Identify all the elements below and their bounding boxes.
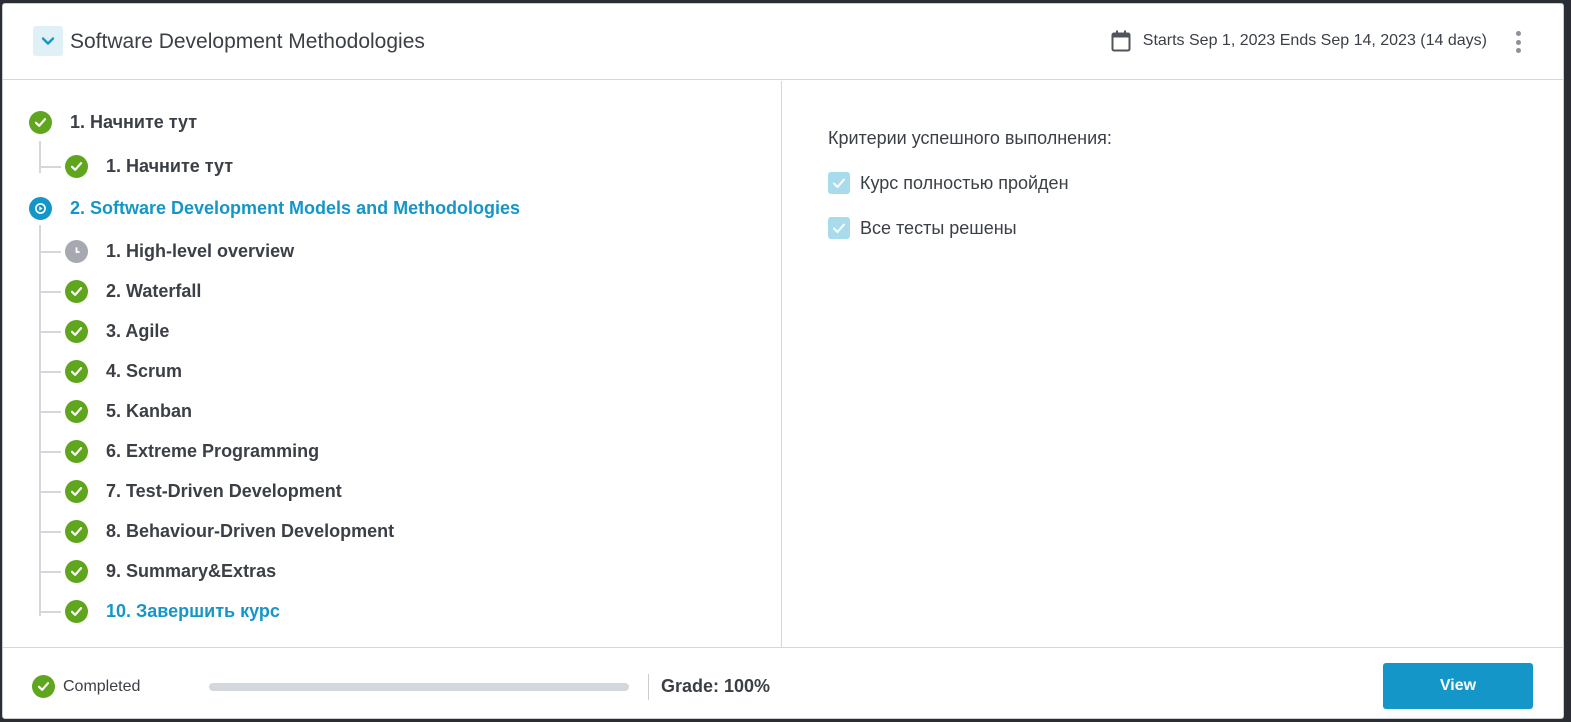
section-label: 2. Software Development Models and Metho… <box>70 198 521 218</box>
lesson-label: 10. Завершить курс <box>106 601 280 621</box>
lesson-label: 8. Behaviour-Driven Development <box>106 521 395 541</box>
course-dates: Starts Sep 1, 2023 Ends Sep 14, 2023 (14… <box>1111 30 1487 52</box>
lesson-item[interactable]: 5. Kanban <box>65 400 192 423</box>
check-circle-icon <box>65 480 88 503</box>
course-title: Software Development Methodologies <box>70 30 425 53</box>
check-circle-icon <box>65 400 88 423</box>
section-label: 1. Начните тут <box>70 112 198 132</box>
calendar-icon <box>1111 30 1131 52</box>
lesson-label: 5. Kanban <box>106 401 193 421</box>
completion-status: Completed <box>32 675 140 698</box>
criterion-tests-solved: Все тесты решены <box>828 217 1017 239</box>
lesson-item[interactable]: 8. Behaviour-Driven Development <box>65 520 394 543</box>
check-icon <box>833 178 845 188</box>
grade-text: Grade: 100% <box>661 676 771 696</box>
lesson-label: 1. High-level overview <box>106 241 295 261</box>
lesson-label: 9. Summary&Extras <box>106 561 277 581</box>
criteria-title: Критерии успешного выполнения: <box>828 128 1112 148</box>
criterion-checkbox <box>828 172 850 194</box>
more-vertical-icon <box>1515 31 1521 36</box>
section-1[interactable]: 1. Начните тут <box>29 111 197 134</box>
lesson-label: 7. Test-Driven Development <box>106 481 342 501</box>
lesson-item[interactable]: 3. Agile <box>65 320 169 343</box>
footer-divider <box>648 674 649 700</box>
course-footer: Completed Grade: 100% View <box>3 647 1563 718</box>
lesson-item[interactable]: 4. Scrum <box>65 360 182 383</box>
lesson-label: 4. Scrum <box>106 361 183 381</box>
lesson-label: 6. Extreme Programming <box>106 441 320 461</box>
lesson-tree: 1. Начните тут 1. Начните тут 2. Software … <box>3 81 782 647</box>
check-circle-icon <box>65 280 88 303</box>
status-label: Completed <box>63 677 141 695</box>
section-2[interactable]: 2. Software Development Models and Metho… <box>29 197 520 220</box>
lesson-item[interactable]: 10. Завершить курс <box>65 600 280 623</box>
criterion-checkbox <box>828 217 850 239</box>
more-options-button[interactable] <box>1511 28 1525 56</box>
criterion-label: Все тесты решены <box>860 217 1017 238</box>
check-circle-icon <box>65 520 88 543</box>
date-range-text: Starts Sep 1, 2023 Ends Sep 14, 2023 (14… <box>1142 32 1487 49</box>
lesson-label: 3. Agile <box>106 321 170 341</box>
criteria-panel: Критерии успешного выполнения: Курс полн… <box>783 81 1563 647</box>
check-circle-icon <box>65 155 88 178</box>
check-icon <box>833 223 845 233</box>
lesson-item[interactable]: 1. Начните тут <box>65 155 233 178</box>
lesson-item[interactable]: 7. Test-Driven Development <box>65 480 342 503</box>
lesson-label: 2. Waterfall <box>106 281 202 301</box>
course-header: Software Development Methodologies Start… <box>3 4 1563 80</box>
check-circle-icon <box>32 675 55 698</box>
progress-bar <box>209 683 629 691</box>
chevron-down-icon <box>41 37 55 45</box>
check-circle-icon <box>65 440 88 463</box>
check-circle-icon <box>65 560 88 583</box>
lesson-item[interactable]: 1. High-level overview <box>65 240 294 263</box>
progress-fill <box>209 683 629 691</box>
lesson-label: 1. Начните тут <box>106 156 234 176</box>
course-card: Software Development Methodologies Start… <box>2 3 1564 719</box>
clock-icon <box>65 240 88 263</box>
check-circle-icon <box>65 320 88 343</box>
criterion-course-completed: Курс полностью пройден <box>828 172 1069 194</box>
play-circle-icon <box>29 197 52 220</box>
lesson-item[interactable]: 9. Summary&Extras <box>65 560 276 583</box>
view-button[interactable]: View <box>1383 663 1533 709</box>
lesson-item[interactable]: 6. Extreme Programming <box>65 440 319 463</box>
check-circle-icon <box>29 111 52 134</box>
criterion-label: Курс полностью пройден <box>860 172 1069 193</box>
lesson-item[interactable]: 2. Waterfall <box>65 280 201 303</box>
check-circle-icon <box>65 360 88 383</box>
check-circle-icon <box>65 600 88 623</box>
collapse-button[interactable] <box>33 26 63 56</box>
